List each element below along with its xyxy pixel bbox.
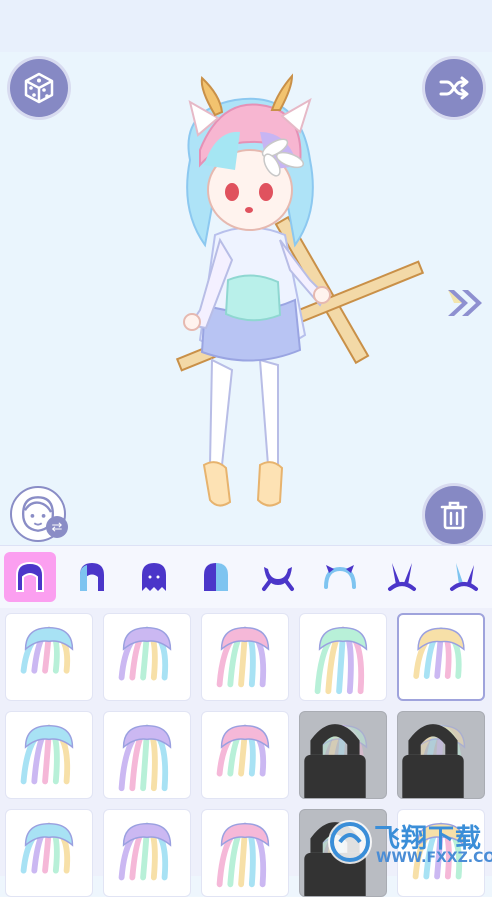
shuffle-button[interactable]	[425, 59, 483, 117]
headband-icon	[324, 565, 356, 589]
hair-style-10[interactable]	[397, 711, 485, 799]
hair-style-12[interactable]	[103, 809, 191, 897]
tab-horns[interactable]	[252, 552, 304, 602]
lock-icon	[304, 724, 366, 798]
tab-hair-split-color[interactable]	[190, 552, 242, 602]
hair-preview-icon	[413, 627, 465, 679]
hair-style-2[interactable]	[103, 613, 191, 701]
horns-icon	[262, 567, 294, 591]
hair-preview-icon	[314, 626, 368, 695]
hair-preview-icon	[216, 626, 270, 688]
hair-preview-icon	[216, 724, 270, 777]
hair-preview-icon	[20, 822, 74, 874]
tab-hair-full[interactable]	[4, 552, 56, 602]
hair-preview-icon	[118, 626, 172, 681]
hair-style-5[interactable]	[397, 613, 485, 701]
swap-badge-icon: ⇄	[46, 516, 68, 538]
hair-preview-icon	[20, 626, 74, 674]
delete-button[interactable]	[425, 486, 483, 544]
character-illustration	[175, 73, 425, 507]
bunny-ears-alt-icon	[450, 563, 478, 591]
tab-hair-back[interactable]	[128, 552, 180, 602]
top-bar	[0, 0, 492, 52]
hair-split-color-icon	[204, 563, 228, 591]
hair-style-7[interactable]	[103, 711, 191, 799]
tab-bunny-ears[interactable]	[376, 552, 428, 602]
hair-preview-icon	[118, 724, 172, 792]
dice-icon	[24, 72, 54, 104]
hair-style-3[interactable]	[201, 613, 289, 701]
hair-full-icon	[16, 561, 44, 592]
watermark-url: WWW.FXXZ.COM	[376, 850, 492, 866]
tab-bunny-ears-alt[interactable]	[438, 552, 490, 602]
hair-preview-icon	[20, 724, 74, 785]
category-tab-bar	[0, 545, 492, 609]
double-chevron-right-icon[interactable]	[444, 286, 486, 320]
hair-style-11[interactable]	[5, 809, 93, 897]
tab-headband[interactable]	[314, 552, 366, 602]
hair-back-icon	[142, 563, 166, 591]
trash-icon	[440, 501, 468, 530]
hair-style-1[interactable]	[5, 613, 93, 701]
shuffle-icon	[439, 76, 469, 100]
bunny-ears-icon	[388, 563, 416, 591]
hair-front-icon	[80, 563, 104, 591]
hair-style-13[interactable]	[201, 809, 289, 897]
lock-icon	[402, 724, 464, 798]
hair-preview-icon	[216, 822, 270, 888]
tab-hair-front[interactable]	[66, 552, 118, 602]
hair-style-6[interactable]	[5, 711, 93, 799]
hair-style-9[interactable]	[299, 711, 387, 799]
hair-preview-icon	[118, 822, 172, 881]
random-dice-button[interactable]	[10, 59, 68, 117]
hair-style-4[interactable]	[299, 613, 387, 701]
hair-style-8[interactable]	[201, 711, 289, 799]
